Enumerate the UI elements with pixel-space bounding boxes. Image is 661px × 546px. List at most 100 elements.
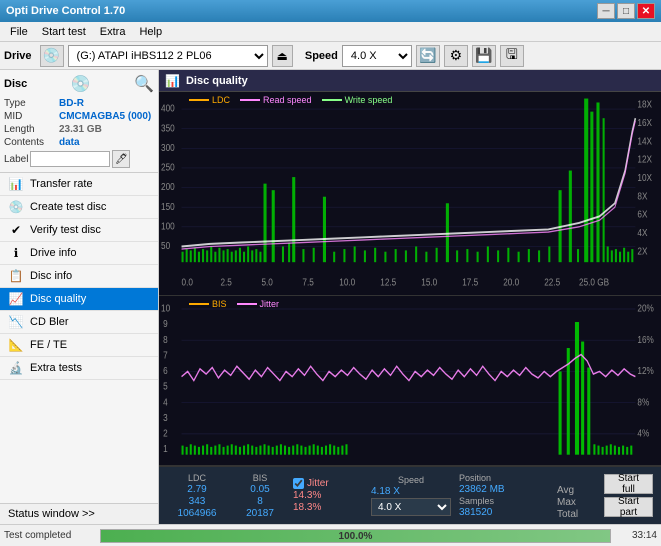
svg-text:20.0: 20.0: [503, 276, 519, 288]
svg-text:20%: 20%: [637, 303, 653, 314]
speed-label: Speed: [305, 50, 338, 62]
sidebar-item-cd-bler[interactable]: 📉 CD Bler: [0, 311, 158, 334]
close-button[interactable]: ✕: [637, 3, 655, 19]
svg-text:200: 200: [161, 180, 175, 192]
disc-label-btn[interactable]: 🖊: [112, 150, 130, 168]
toolbar: Drive 💿 (G:) ATAPI iHBS112 2 PL06 ⏏ Spee…: [0, 42, 661, 70]
content-area: 📊 Disc quality LDC Read speed: [159, 70, 661, 524]
stats-bar: LDC 2.79 343 1064966 BIS 0.05 8 20187: [159, 466, 661, 524]
svg-text:150: 150: [161, 200, 175, 212]
fe-te-icon: 📐: [8, 338, 24, 352]
ldc-max: 343: [167, 496, 227, 507]
menu-help[interactable]: Help: [133, 25, 168, 39]
svg-text:0.0: 0.0: [182, 276, 193, 288]
drive-icon: 💿: [40, 45, 64, 67]
bis-avg: 0.05: [235, 484, 285, 495]
ldc-stats: LDC 2.79 343 1064966: [167, 473, 227, 519]
samples-val: 381520: [459, 507, 549, 518]
disc-info-icon[interactable]: 🔍: [134, 74, 154, 94]
svg-text:22.5: 22.5: [544, 276, 560, 288]
sidebar-item-drive-info[interactable]: ℹ Drive info: [0, 242, 158, 265]
svg-text:18X: 18X: [637, 98, 652, 110]
write-speed-legend-item: Write speed: [322, 95, 393, 105]
svg-text:16%: 16%: [637, 334, 653, 345]
svg-text:8: 8: [163, 334, 168, 345]
ldc-total: 1064966: [167, 508, 227, 519]
sidebar-item-label: Disc info: [30, 270, 72, 282]
svg-text:12X: 12X: [637, 153, 652, 165]
svg-text:7.5: 7.5: [302, 276, 313, 288]
sidebar-item-disc-info[interactable]: 📋 Disc info: [0, 265, 158, 288]
disc-contents-label: Contents: [4, 137, 59, 148]
svg-text:5.0: 5.0: [261, 276, 272, 288]
svg-text:50: 50: [161, 239, 170, 251]
sidebar-item-transfer-rate[interactable]: 📊 Transfer rate: [0, 173, 158, 196]
speed-select[interactable]: 4.0 X: [342, 45, 412, 67]
disc-contents-row: Contents data: [4, 137, 154, 148]
progress-track: 100.0%: [100, 529, 611, 543]
start-part-button[interactable]: Start part: [604, 497, 653, 517]
svg-text:10: 10: [161, 303, 170, 314]
read-speed-legend-item: Read speed: [240, 95, 312, 105]
minimize-button[interactable]: ─: [597, 3, 615, 19]
settings-button[interactable]: ⚙: [444, 45, 468, 67]
save-button[interactable]: 🖫: [500, 45, 524, 67]
progress-bar-row: Test completed 100.0% 33:14: [0, 524, 661, 546]
disc-label-input[interactable]: [30, 151, 110, 167]
stats-row-main: LDC 2.79 343 1064966 BIS 0.05 8 20187: [163, 469, 657, 522]
sidebar-item-verify-test-disc[interactable]: ✔ Verify test disc: [0, 219, 158, 242]
menu-bar: File Start test Extra Help: [0, 22, 661, 42]
row-labels: Avg Max Total: [557, 471, 592, 520]
avg-label: Avg: [557, 485, 592, 496]
sidebar-item-label: FE / TE: [30, 339, 67, 351]
bis-header: BIS: [235, 473, 285, 483]
maximize-button[interactable]: □: [617, 3, 635, 19]
svg-text:12.5: 12.5: [380, 276, 396, 288]
sidebar-item-label: Transfer rate: [30, 178, 93, 190]
sidebar-item-fe-te[interactable]: 📐 FE / TE: [0, 334, 158, 357]
ldc-legend-label: LDC: [212, 95, 230, 105]
menu-extra[interactable]: Extra: [94, 25, 132, 39]
progress-time: 33:14: [617, 530, 657, 541]
svg-text:8%: 8%: [637, 396, 649, 407]
disc-header: Disc 💿 🔍: [4, 74, 154, 94]
menu-file[interactable]: File: [4, 25, 34, 39]
jitter-checkbox[interactable]: [293, 478, 304, 489]
status-window-button[interactable]: Status window >>: [0, 503, 158, 524]
sidebar-item-extra-tests[interactable]: 🔬 Extra tests: [0, 357, 158, 380]
position-label: Position: [459, 473, 549, 483]
speed-select-dropdown[interactable]: 4.0 X: [371, 498, 451, 516]
jitter-legend-item: Jitter: [237, 299, 280, 309]
media-button[interactable]: 💾: [472, 45, 496, 67]
sidebar-item-disc-quality[interactable]: 📈 Disc quality: [0, 288, 158, 311]
svg-text:6: 6: [163, 365, 168, 376]
chart-header: 📊 Disc quality: [159, 70, 661, 92]
bis-total: 20187: [235, 508, 285, 519]
ldc-chart: LDC Read speed Write speed 400: [159, 92, 661, 296]
ldc-avg: 2.79: [167, 484, 227, 495]
bis-chart: BIS Jitter 10 9 8 7 6 5 4: [159, 296, 661, 466]
svg-text:10X: 10X: [637, 171, 652, 183]
read-speed-legend-label: Read speed: [263, 95, 312, 105]
samples-label: Samples: [459, 496, 549, 506]
charts-container: LDC Read speed Write speed 400: [159, 92, 661, 524]
drive-label: Drive: [4, 50, 32, 62]
start-full-button[interactable]: Start full: [604, 474, 653, 494]
svg-text:400: 400: [161, 102, 175, 114]
eject-button[interactable]: ⏏: [272, 45, 293, 67]
position-stats: Position 23862 MB Samples 381520: [459, 473, 549, 518]
refresh-button[interactable]: 🔄: [416, 45, 440, 67]
svg-text:2X: 2X: [637, 244, 648, 256]
svg-text:8X: 8X: [637, 189, 648, 201]
write-speed-legend-label: Write speed: [345, 95, 393, 105]
status-window-label: Status window >>: [8, 508, 95, 520]
svg-text:4: 4: [163, 396, 168, 407]
sidebar-item-create-test-disc[interactable]: 💿 Create test disc: [0, 196, 158, 219]
disc-length-row: Length 23.31 GB: [4, 124, 154, 135]
cd-bler-icon: 📉: [8, 315, 24, 329]
total-label: Total: [557, 509, 592, 520]
drive-select[interactable]: (G:) ATAPI iHBS112 2 PL06: [68, 45, 268, 67]
disc-title: Disc: [4, 78, 27, 90]
menu-start-test[interactable]: Start test: [36, 25, 92, 39]
svg-text:16X: 16X: [637, 116, 652, 128]
